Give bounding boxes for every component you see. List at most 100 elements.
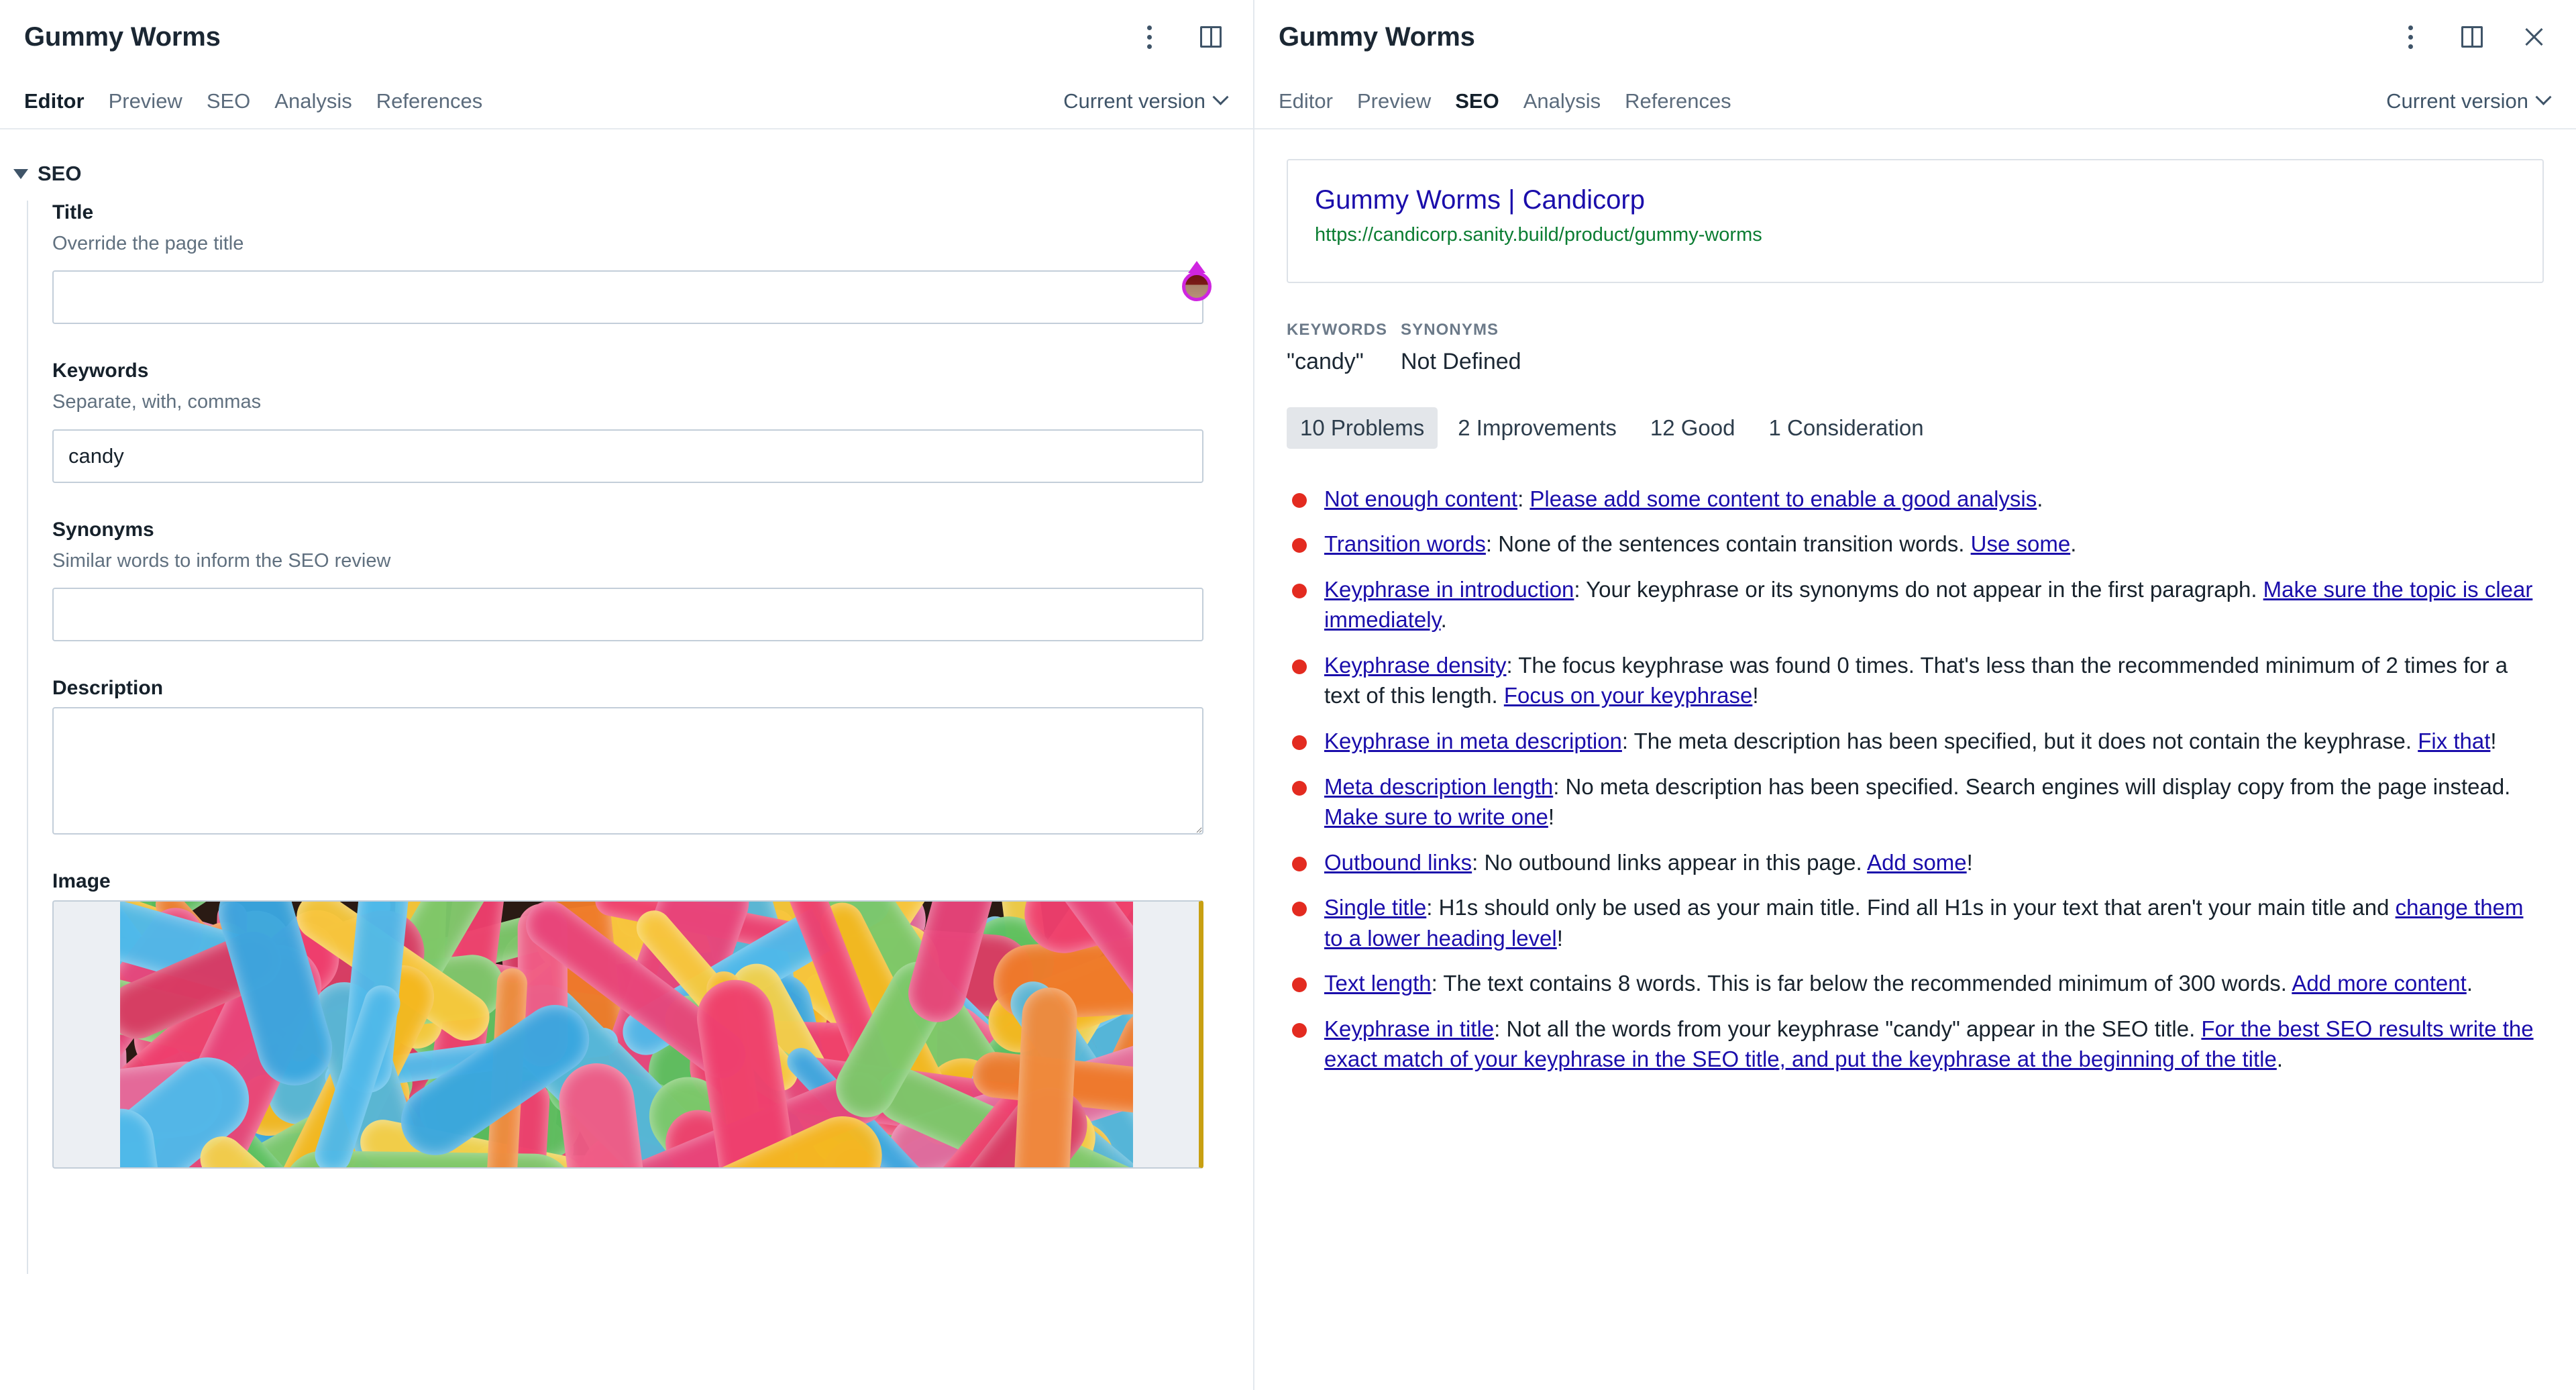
problem-link[interactable]: Fix that [2418,729,2490,753]
field-image-label: Image [52,869,111,892]
tab-analysis[interactable]: Analysis [274,87,352,115]
problem-link[interactable]: Keyphrase density [1324,653,1507,678]
problem-bullet-icon [1292,1022,1307,1038]
problem-item: Transition words: None of the sentences … [1287,529,2544,559]
triangle-down-icon[interactable] [13,168,28,179]
seo-group-header[interactable]: SEO [0,129,1253,186]
problem-text: . [2037,486,2043,511]
version-selector[interactable]: Current version [2386,89,2552,113]
problem-link[interactable]: Add more content [2292,971,2467,996]
tab-preview[interactable]: Preview [1357,87,1431,115]
kebab-menu-icon[interactable] [2395,21,2426,52]
close-icon[interactable] [2518,21,2549,52]
serp-url: https://candicorp.sanity.build/product/g… [1315,224,1762,246]
problem-link[interactable]: Outbound links [1324,850,1472,875]
synonyms-input[interactable] [52,587,1203,641]
right-tab-bar: Editor Preview SEO Analysis References [1279,87,2386,115]
problem-link[interactable]: Use some [1971,531,2071,556]
keywords-meta-col: KEYWORDS "candy" [1287,321,1401,375]
problem-text: . [1440,607,1447,633]
tab-preview[interactable]: Preview [109,87,182,115]
serp-title[interactable]: Gummy Worms | Candicorp [1315,184,2516,215]
tab-references[interactable]: References [376,87,483,115]
right-panel-header: Gummy Worms Editor Preview SEO Analysis … [1254,0,2576,129]
chevron-down-icon [2535,89,2552,105]
problem-link[interactable]: Focus on your keyphrase [1504,683,1753,708]
keywords-input[interactable] [52,429,1203,483]
seo-fields-container: Title Override the page title Keywords S… [27,201,1253,1274]
problem-item: Meta description length: No meta descrip… [1287,771,2544,833]
field-keywords-description: Separate, with, commas [52,391,262,413]
problem-text: : Your keyphrase or its synonyms do not … [1574,576,2263,602]
tab-seo[interactable]: SEO [1455,87,1499,115]
problem-link[interactable]: Single title [1324,895,1426,920]
field-synonyms: Synonyms Similar words to inform the SEO… [52,518,1253,641]
field-image: Image [52,869,1253,1169]
problem-item: Single title: H1s should only be used as… [1287,892,2544,953]
problem-list: Not enough content: Please add some cont… [1287,484,2544,1075]
image-upload-preview[interactable] [52,900,1203,1169]
problem-item: Not enough content: Please add some cont… [1287,484,2544,515]
tab-references[interactable]: References [1625,87,1731,115]
problem-item: Keyphrase in meta description: The meta … [1287,726,2544,757]
chevron-down-icon [1212,89,1229,105]
field-description: Description [52,676,1253,835]
problem-text: : No meta description has been specified… [1553,773,2511,799]
problem-bullet-icon [1292,977,1307,993]
version-selector-label: Current version [1063,89,1205,113]
synonyms-meta-label: SYNONYMS [1401,320,1499,339]
left-header-tabs-row: Editor Preview SEO Analysis References C… [0,74,1253,128]
problem-link[interactable]: Add some [1867,850,1967,875]
version-selector[interactable]: Current version [1063,89,1229,113]
result-filter-tabs: 10 Problems 2 Improvements 12 Good 1 Con… [1287,407,2544,449]
split-pane-icon[interactable] [1195,21,1226,52]
problem-text: . [2276,1047,2284,1072]
problem-bullet-icon [1292,659,1307,674]
field-title-description: Override the page title [52,233,244,254]
presence-avatar[interactable] [1182,261,1212,301]
seo-review-body: Gummy Worms | Candicorp https://candicor… [1254,129,2576,1390]
problem-text: ! [1556,925,1563,951]
tab-seo[interactable]: SEO [207,87,250,115]
problem-bullet-icon [1292,538,1307,553]
problem-link[interactable]: Meta description length [1324,774,1553,799]
tab-editor[interactable]: Editor [24,87,85,115]
left-header-title-row: Gummy Worms [0,0,1253,74]
kebab-menu-icon[interactable] [1134,21,1165,52]
title-input[interactable] [52,270,1203,325]
filter-tab-good[interactable]: 12 Good [1637,407,1749,449]
problem-bullet-icon [1292,492,1307,508]
problem-item: Keyphrase in introduction: Your keyphras… [1287,574,2544,635]
filter-tab-consideration[interactable]: 1 Consideration [1755,407,1937,449]
field-title-label: Title [52,201,94,223]
split-pane-icon[interactable] [2457,21,2487,52]
gummy-worms-photo [119,901,1133,1167]
version-selector-label: Current version [2386,89,2528,113]
document-editor-panel: Gummy Worms Editor Preview SEO Analysis [0,0,1254,1390]
seo-group-label: SEO [38,162,82,185]
problem-text: : [1517,486,1530,511]
tab-analysis[interactable]: Analysis [1523,87,1601,115]
problem-text: : None of the sentences contain transiti… [1485,531,1971,557]
keywords-meta-value: "candy" [1287,348,1364,374]
problem-link[interactable]: Not enough content [1324,486,1517,511]
field-description-label: Description [52,676,164,699]
problem-link[interactable]: Keyphrase in title [1324,1016,1494,1041]
problem-text: : No outbound links appear in this page. [1472,849,1868,875]
problem-link[interactable]: Please add some content to enable a good… [1529,486,2037,511]
problem-link[interactable]: Make sure to write one [1324,804,1548,829]
problem-bullet-icon [1292,735,1307,750]
seo-review-panel: Gummy Worms Editor Preview SEO Analysis … [1254,0,2576,1390]
description-textarea[interactable] [52,706,1203,835]
filter-tab-problems[interactable]: 10 Problems [1287,407,1438,449]
problem-link[interactable]: Transition words [1324,531,1486,556]
filter-tab-improvements[interactable]: 2 Improvements [1444,407,1630,449]
problem-link[interactable]: Keyphrase in meta description [1324,729,1622,753]
tab-editor[interactable]: Editor [1279,87,1333,115]
problem-bullet-icon [1292,856,1307,871]
problem-text: : The text contains 8 words. This is far… [1431,971,2292,996]
synonyms-meta-col: SYNONYMS Not Defined [1401,321,1521,375]
keywords-meta-label: KEYWORDS [1287,320,1388,339]
problem-link[interactable]: Text length [1324,971,1432,996]
problem-link[interactable]: Keyphrase in introduction [1324,577,1574,602]
